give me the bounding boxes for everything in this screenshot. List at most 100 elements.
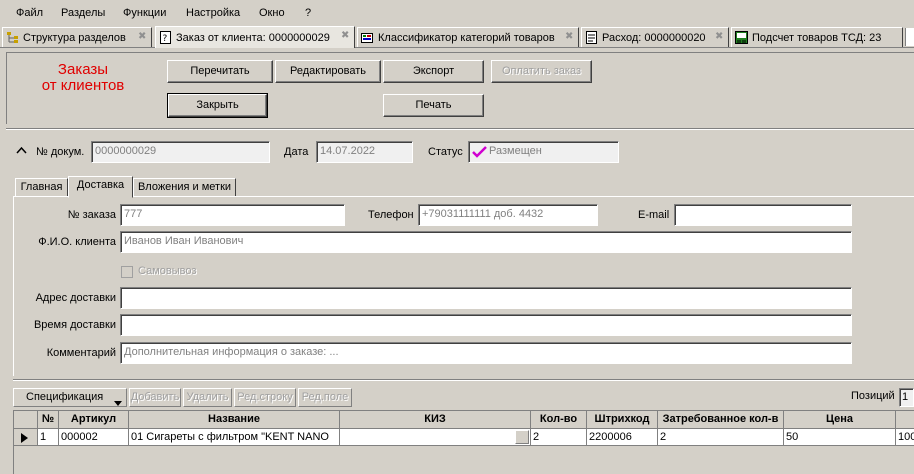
document-tabs: Структура разделов ✖ ? Заказ от клиента:…	[0, 26, 914, 48]
collapse-chevron-icon[interactable]	[16, 143, 27, 157]
spec-menu-label: Спецификация	[26, 391, 104, 403]
tab-category-classifier[interactable]: Классификатор категорий товаров ✖	[357, 27, 579, 47]
address-field[interactable]	[120, 287, 852, 309]
classifier-icon	[361, 31, 374, 44]
tab-label: Расход: 0000000020	[602, 31, 706, 44]
pickup-label: Самовывоз	[138, 265, 197, 277]
tab-attachments[interactable]: Вложения и метки	[133, 178, 236, 197]
grid-header-barcode[interactable]: Штрихкод	[587, 411, 658, 429]
tab-label: Подсчет товаров ТСД: 23	[752, 31, 882, 44]
status-value: Размещен	[489, 145, 542, 157]
grid-header-indicator	[14, 411, 38, 429]
table-cell-num[interactable]: 1	[38, 429, 59, 446]
email-label: E-mail	[638, 209, 670, 221]
menu-help[interactable]: ?	[305, 7, 311, 19]
phone-label: Телефон	[368, 209, 414, 221]
close-icon[interactable]: ✖	[138, 32, 147, 42]
tab-label: Структура разделов	[23, 31, 126, 44]
status-check-icon	[472, 146, 487, 161]
table-cell-price[interactable]: 50	[784, 429, 896, 446]
svg-text:?: ?	[163, 34, 168, 44]
status-label: Статус	[428, 146, 463, 158]
tab-expense[interactable]: Расход: 0000000020 ✖	[581, 27, 729, 47]
tab-delivery[interactable]: Доставка	[68, 176, 133, 198]
tab-label: Классификатор категорий товаров	[378, 31, 555, 44]
spec-toolbar: Спецификация Добавить Удалить Ред.строку…	[13, 388, 914, 408]
table-cell-kiz[interactable]	[340, 429, 531, 446]
tab-tsd-count[interactable]: Подсчет товаров ТСД: 23	[731, 27, 903, 47]
comment-label: Комментарий	[46, 347, 116, 359]
separator	[13, 379, 914, 381]
delete-button[interactable]: Удалить	[183, 388, 232, 407]
address-label: Адрес доставки	[35, 292, 116, 304]
close-icon[interactable]: ✖	[565, 32, 574, 42]
phone-field[interactable]: +79031111111 доб. 4432	[418, 204, 598, 226]
page-title-line1: Заказы	[57, 61, 109, 78]
menu-window[interactable]: Окно	[259, 7, 285, 19]
tab-main[interactable]: Главная	[15, 178, 68, 197]
grid-header-extra[interactable]	[896, 411, 914, 429]
row-pointer-icon	[21, 432, 28, 445]
comment-field[interactable]: Дополнительная информация о заказе: ...	[120, 342, 852, 364]
close-button[interactable]: Закрыть	[167, 93, 268, 118]
date-label: Дата	[284, 146, 309, 158]
positions-label: Позиций	[851, 390, 895, 402]
delivery-time-label: Время доставки	[33, 319, 116, 331]
menu-file[interactable]: Файл	[16, 7, 43, 19]
grid-header-requested-qty[interactable]: Затребованное кол-в	[658, 411, 784, 429]
order-number-label: № заказа	[67, 209, 116, 221]
menu-sections[interactable]: Разделы	[61, 7, 105, 19]
doc-number-field[interactable]: 0000000029	[91, 141, 270, 163]
menu-settings[interactable]: Настройка	[186, 7, 240, 19]
table-cell-barcode[interactable]: 2200006	[587, 429, 658, 446]
date-field[interactable]: 14.07.2022	[316, 141, 413, 163]
order-number-field[interactable]: 777	[120, 204, 345, 226]
header-panel: Заказы от клиентов Перечитать Редактиров…	[6, 52, 914, 124]
edit-button[interactable]: Редактировать	[275, 60, 381, 83]
grid-header-article[interactable]: Артикул	[59, 411, 129, 429]
document-question-icon: ?	[159, 31, 172, 44]
menu-bar: Файл Разделы Функции Настройка Окно ?	[0, 0, 914, 26]
tab-label: Заказ от клиента: 0000000029	[176, 31, 330, 44]
pay-order-button[interactable]: Оплатить заказ	[491, 60, 592, 83]
edit-field-button[interactable]: Ред.поле	[298, 388, 352, 407]
barcode-terminal-icon	[735, 31, 748, 44]
grid-header-name[interactable]: Название	[129, 411, 340, 429]
doc-number-label: № докум.	[36, 146, 85, 158]
export-button[interactable]: Экспорт	[383, 60, 484, 83]
reread-button[interactable]: Перечитать	[167, 60, 273, 83]
document-icon	[585, 31, 598, 44]
pickup-checkbox[interactable]	[121, 266, 133, 278]
table-cell-qty[interactable]: 2	[531, 429, 587, 446]
ellipsis-button[interactable]	[515, 430, 529, 444]
spec-grid: № Артикул Название КИЗ Кол-во Штрихкод З…	[13, 410, 914, 474]
grid-header-num[interactable]: №	[38, 411, 59, 429]
tree-icon	[6, 31, 19, 44]
edit-row-button[interactable]: Ред.строку	[234, 388, 296, 407]
menu-functions[interactable]: Функции	[123, 7, 166, 19]
tab-sections-structure[interactable]: Структура разделов ✖	[2, 27, 152, 47]
table-cell-name[interactable]: 01 Сигареты с фильтром "KENT NANO	[129, 429, 340, 446]
status-field[interactable]: Размещен	[468, 141, 619, 163]
tab-scroll-stub[interactable]	[905, 28, 914, 46]
page-title-line2: от клиентов	[41, 77, 125, 94]
row-indicator[interactable]	[14, 429, 38, 446]
close-icon[interactable]: ✖	[341, 31, 350, 41]
spec-menu-button[interactable]: Спецификация	[13, 388, 127, 407]
page-title: Заказы от клиентов	[21, 62, 145, 94]
tab-client-order[interactable]: ? Заказ от клиента: 0000000029 ✖	[155, 26, 355, 48]
print-button[interactable]: Печать	[383, 94, 484, 117]
client-name-field[interactable]: Иванов Иван Иванович	[120, 231, 852, 253]
client-name-label: Ф.И.О. клиента	[38, 236, 116, 248]
table-cell-requested-qty[interactable]: 2	[658, 429, 784, 446]
close-icon[interactable]: ✖	[715, 32, 724, 42]
add-button[interactable]: Добавить	[129, 388, 181, 407]
grid-header-kiz[interactable]: КИЗ	[340, 411, 531, 429]
email-field[interactable]	[674, 204, 852, 226]
grid-header-price[interactable]: Цена	[784, 411, 896, 429]
delivery-time-field[interactable]	[120, 314, 852, 336]
table-cell-extra[interactable]: 100	[896, 429, 914, 446]
grid-header-qty[interactable]: Кол-во	[531, 411, 587, 429]
positions-count: 1	[899, 388, 914, 407]
table-cell-article[interactable]: 000002	[59, 429, 129, 446]
